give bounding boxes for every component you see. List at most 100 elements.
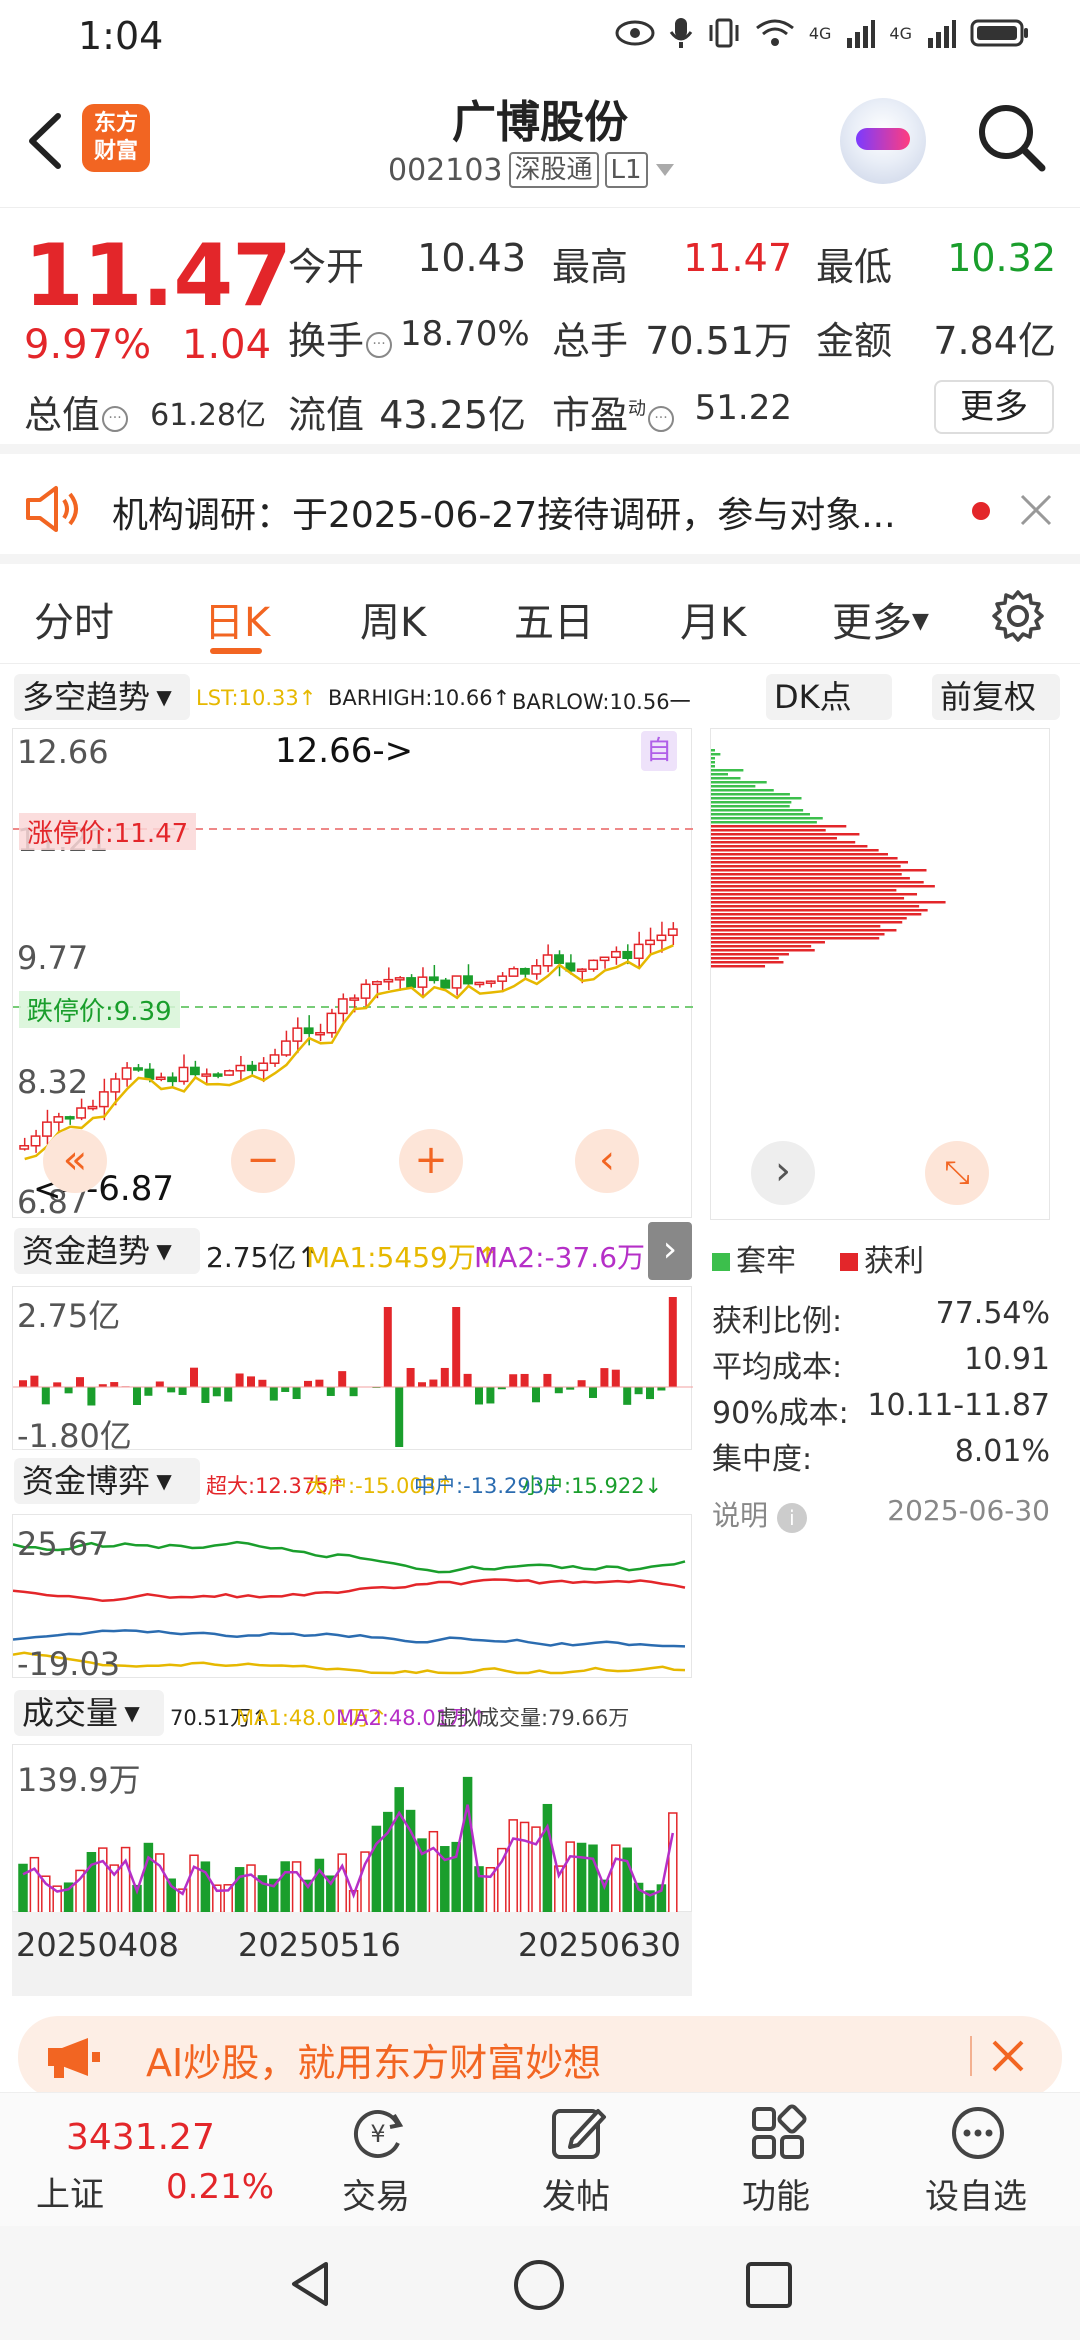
tab-monthly-k[interactable]: 月K [680, 590, 746, 648]
info-icon[interactable]: ··· [366, 332, 393, 358]
fund-bar [292, 1387, 301, 1400]
close-icon[interactable] [1018, 492, 1054, 528]
candle [610, 950, 621, 959]
expand-icon[interactable]: ⤡ [925, 1141, 989, 1205]
volume-panel[interactable]: 139.9万 [12, 1744, 692, 1913]
fund-bar [429, 1379, 438, 1387]
gear-icon[interactable] [990, 588, 1046, 644]
tab-intraday[interactable]: 分时 [34, 590, 114, 648]
fund-bar [440, 1367, 449, 1387]
volume-select[interactable]: 成交量 ▼ [14, 1690, 164, 1736]
candle [622, 950, 633, 959]
chip-bar [711, 861, 909, 864]
tab-daily-k[interactable]: 日K [204, 590, 270, 648]
candle [155, 1076, 166, 1081]
chip-bar [711, 909, 928, 912]
stock-header: 东方 财富 广博股份 002103 深股通 L1 [0, 72, 1080, 208]
fund-game-panel[interactable]: 25.67 -19.03 [12, 1514, 692, 1683]
volume-bar [291, 1861, 302, 1913]
chip-bar [711, 813, 810, 816]
dk-point-button[interactable]: DK点 [766, 674, 892, 720]
ai-ad-banner[interactable]: AI炒股，就用东方财富妙想 [18, 2016, 1062, 2098]
stock-code-row[interactable]: 002103 深股通 L1 [388, 152, 676, 188]
candle [645, 939, 655, 946]
fund-bar [554, 1387, 563, 1394]
candle [633, 943, 644, 959]
search-icon[interactable] [976, 102, 1048, 174]
fund-trend-select[interactable]: 资金趋势 ▼ [14, 1228, 200, 1274]
candle [98, 1091, 109, 1108]
info-icon[interactable]: ··· [102, 406, 129, 432]
index-pct: 0.21% [166, 2167, 275, 2207]
kline-y-top: 12.66 [17, 733, 109, 771]
expand-indicators-button[interactable]: › [648, 1222, 692, 1280]
chip-bar [711, 933, 885, 936]
fund-bar [53, 1382, 62, 1387]
high-marker: 12.66-> [275, 731, 414, 771]
candle [224, 1070, 234, 1076]
info-icon[interactable]: ··· [648, 406, 675, 432]
kline-indicator-select[interactable]: 多空趋势 ▼ [14, 674, 190, 720]
notice-bar[interactable]: 机构调研：于2025-06-27接待调研，参与对象... [0, 456, 1080, 564]
volume-bar [394, 1787, 404, 1913]
chip-bar [711, 941, 825, 944]
virtual-volume: 虚拟成交量:79.66万 [436, 1706, 630, 1730]
game-line [13, 1578, 686, 1603]
candle [269, 1054, 280, 1064]
tab-more[interactable]: 更多▼ [832, 590, 929, 648]
nav-home-icon[interactable] [512, 2258, 566, 2312]
kline-panel[interactable]: 12.66 11.21 9.77 8.32 6.87 涨停价:11.47 跌停价… [12, 728, 693, 1221]
chip-bar [711, 749, 715, 752]
volume-y-top: 139.9万 [17, 1761, 141, 1799]
chip-distribution-panel[interactable]: › ⤡ [710, 728, 1050, 1220]
chip-bar [711, 917, 907, 920]
chip-next-button[interactable]: › [751, 1141, 815, 1205]
step-back-button[interactable]: ‹ [575, 1129, 639, 1193]
zoom-in-button[interactable]: + [399, 1129, 463, 1193]
fund-game-select[interactable]: 资金博弈 ▼ [14, 1458, 200, 1504]
adjust-button[interactable]: 前复权 [932, 674, 1060, 720]
candle [201, 1073, 212, 1077]
speaker-icon [26, 486, 78, 532]
stock-code: 002103 [388, 152, 503, 188]
volume-bar [588, 1844, 598, 1913]
chip-note[interactable]: 说明 i [712, 1494, 807, 1534]
function-label: 功能 [742, 2177, 810, 2217]
chip-bar [711, 781, 767, 784]
amount-value: 7.84亿 [933, 319, 1056, 363]
fund-ma1: MA1:5459万↑ [306, 1241, 500, 1274]
ai-robot-avatar[interactable] [840, 98, 926, 184]
candle [667, 928, 678, 937]
close-ad-icon[interactable] [990, 2038, 1026, 2074]
candle [485, 980, 496, 984]
zoom-out-button[interactable]: − [231, 1129, 295, 1193]
bottom-nav: 3431.27 上证 0.21% ¥ 交易 发帖 功能 设自选 [0, 2092, 1080, 2226]
tab-weekly-k[interactable]: 周K [360, 590, 426, 648]
candle [212, 1073, 223, 1077]
fund-bar [338, 1371, 347, 1387]
volume-bar [668, 1812, 678, 1913]
fund-trend-panel[interactable]: 2.75亿 -1.80亿 [12, 1286, 693, 1455]
fund-bar [509, 1374, 518, 1387]
limit-down-label: 跌停价:9.39 [19, 991, 180, 1028]
change-amount: 1.04 [182, 322, 272, 368]
candle [337, 998, 348, 1015]
volume-bar [576, 1842, 587, 1913]
candle [144, 1068, 155, 1080]
volume-bar [508, 1819, 518, 1913]
nav-back-icon[interactable] [284, 2258, 336, 2310]
chip-bar [711, 865, 901, 868]
nav-recents-icon[interactable] [744, 2260, 794, 2310]
scroll-left-button[interactable]: « [43, 1129, 107, 1193]
fund-bar [349, 1387, 358, 1397]
fund-bar [155, 1381, 164, 1387]
game-y-top: 25.67 [17, 1525, 109, 1563]
fund-bar [269, 1387, 278, 1401]
fund-bar [110, 1382, 119, 1387]
candle [292, 1027, 303, 1042]
tab-five-day[interactable]: 五日 [514, 590, 594, 648]
profit-ratio-label: 获利比例: [712, 1304, 843, 1339]
more-button[interactable]: 更多 [934, 380, 1054, 434]
fund-bar [41, 1387, 50, 1405]
volume-value: 70.51万 [645, 319, 792, 363]
